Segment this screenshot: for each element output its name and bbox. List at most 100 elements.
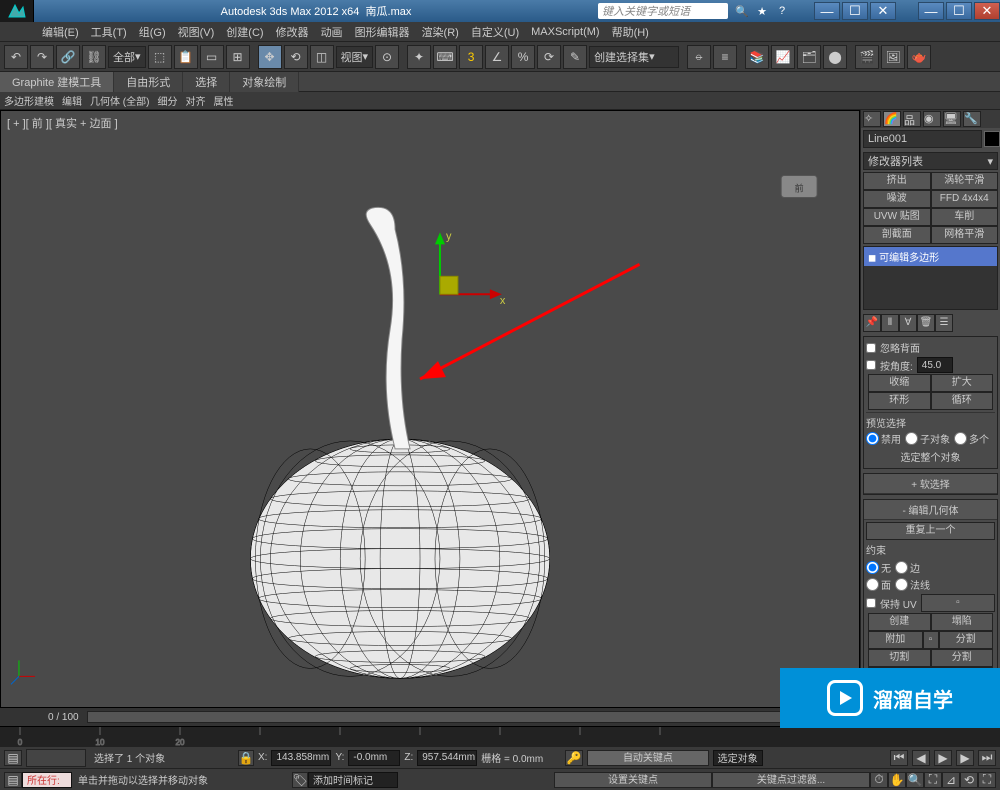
tab-utilities[interactable]: 🔧 <box>963 111 981 127</box>
ribbon-tab-freeform[interactable]: 自由形式 <box>114 72 183 92</box>
doc-close-button[interactable]: ✕ <box>870 2 896 20</box>
menu-tools[interactable]: 工具(T) <box>85 24 133 40</box>
show-end-result-button[interactable]: Ⅱ <box>881 314 899 332</box>
stack-editable-poly[interactable]: ◼ 可编辑多边形 <box>864 247 997 266</box>
maximize-viewport-button[interactable]: ⛶ <box>978 772 996 788</box>
menu-modifiers[interactable]: 修改器 <box>270 24 315 40</box>
mod-noise[interactable]: 噪波 <box>863 190 931 208</box>
zoom-button[interactable]: 🔍 <box>906 772 924 788</box>
ribbon-tab-graphite[interactable]: Graphite 建模工具 <box>0 72 114 92</box>
menu-graph[interactable]: 图形编辑器 <box>349 24 416 40</box>
render-button[interactable]: 🫖 <box>907 45 931 69</box>
mirror-button[interactable]: ⦵ <box>687 45 711 69</box>
zoom-extents-button[interactable]: ⛶ <box>924 772 942 788</box>
constraint-normal-radio[interactable] <box>895 578 908 591</box>
favorite-icon[interactable]: ★ <box>752 1 772 21</box>
make-unique-button[interactable]: ∀ <box>899 314 917 332</box>
menu-customize[interactable]: 自定义(U) <box>465 24 525 40</box>
search-input[interactable]: 键入关键字或短语 <box>598 3 728 19</box>
time-config-button[interactable]: ⏱ <box>870 772 888 788</box>
scale-button[interactable]: ◫ <box>310 45 334 69</box>
shrink-button[interactable]: 收缩 <box>868 374 931 392</box>
loop-button[interactable]: 循环 <box>931 392 994 410</box>
preview-multi-radio[interactable] <box>954 432 967 445</box>
named-selection-sets[interactable]: 创建选择集 ▾ <box>589 46 679 68</box>
doc-maximize-button[interactable]: ☐ <box>842 2 868 20</box>
constraint-edge-radio[interactable] <box>895 561 908 574</box>
ribbon-tab-selection[interactable]: 选择 <box>183 72 230 92</box>
set-key-button[interactable]: 设置关键点 <box>554 772 712 788</box>
edged-faces-button[interactable]: ✎ <box>563 45 587 69</box>
viewport-label[interactable]: [ + ][ 前 ][ 真实 + 边面 ] <box>7 115 118 131</box>
ignore-backfacing-checkbox[interactable] <box>866 343 876 353</box>
panel-polymodel[interactable]: 多边形建模 <box>4 93 54 108</box>
play-button[interactable]: ▶ <box>934 750 952 766</box>
key-filters-dropdown[interactable]: 选定对象 <box>713 750 763 766</box>
ribbon-tab-paint[interactable]: 对象绘制 <box>230 72 299 92</box>
menu-create[interactable]: 创建(C) <box>220 24 269 40</box>
panel-edit[interactable]: 编辑 <box>62 93 82 108</box>
goto-start-button[interactable]: ⏮ <box>890 750 908 766</box>
panel-props[interactable]: 属性 <box>213 93 233 108</box>
attach-list-button[interactable]: ▫ <box>923 631 939 649</box>
panel-align[interactable]: 对齐 <box>185 93 205 108</box>
transform-x-field[interactable]: 143.858mm <box>271 750 331 766</box>
snap-toggle-button[interactable]: 3 <box>459 45 483 69</box>
render-setup-button[interactable]: 🎬 <box>855 45 879 69</box>
object-name-field[interactable]: Line001 <box>863 130 982 148</box>
mod-meshsmooth[interactable]: 网格平滑 <box>931 226 999 244</box>
maximize-button[interactable]: ☐ <box>946 2 972 20</box>
mod-ffd[interactable]: FFD 4x4x4 <box>931 190 999 208</box>
undo-button[interactable]: ↶ <box>4 45 28 69</box>
auto-key-button[interactable]: 自动关键点 <box>587 750 708 766</box>
layers-button[interactable]: 📚 <box>745 45 769 69</box>
close-button[interactable]: ✕ <box>974 2 1000 20</box>
edit-geometry-header[interactable]: - 编辑几何体 <box>864 500 997 520</box>
detach-button[interactable]: 分割 <box>939 631 994 649</box>
repeat-last-button[interactable]: 重复上一个 <box>866 522 995 540</box>
modifier-stack[interactable]: ◼ 可编辑多边形 <box>863 246 998 310</box>
tab-motion[interactable]: ◉ <box>923 111 941 127</box>
doc-minimize-button[interactable]: — <box>814 2 840 20</box>
collapse-button[interactable]: 塌陷 <box>931 613 994 631</box>
tab-modify[interactable]: 🌈 <box>883 111 901 127</box>
object-color-swatch[interactable] <box>984 131 1000 147</box>
selection-filter[interactable]: 全部 ▾ <box>108 46 146 68</box>
macro-recorder-field[interactable]: 所在行: <box>22 772 72 788</box>
menu-help[interactable]: 帮助(H) <box>606 24 655 40</box>
panel-geometry[interactable]: 几何体 (全部) <box>90 93 149 108</box>
keyboard-shortcut-button[interactable]: ⌨ <box>433 45 457 69</box>
percent-snap-button[interactable]: % <box>511 45 535 69</box>
modifier-list-dropdown[interactable]: 修改器列表▾ <box>863 152 998 170</box>
create-button[interactable]: 创建 <box>868 613 931 631</box>
rotate-button[interactable]: ⟲ <box>284 45 308 69</box>
attach-button[interactable]: 附加 <box>868 631 923 649</box>
ref-coord-dropdown[interactable]: 视图 ▾ <box>336 46 374 68</box>
grow-button[interactable]: 扩大 <box>931 374 994 392</box>
pan-view-button[interactable]: ✋ <box>888 772 906 788</box>
link-button[interactable]: 🔗 <box>56 45 80 69</box>
time-tag-field[interactable]: 添加时间标记 <box>308 772 398 788</box>
spinner-snap-button[interactable]: ⟳ <box>537 45 561 69</box>
select-button[interactable]: ⬚ <box>148 45 172 69</box>
curve-editor-button[interactable]: 📈 <box>771 45 795 69</box>
search-icon[interactable]: 🔍 <box>732 1 752 21</box>
menu-maxscript[interactable]: MAXScript(M) <box>525 26 605 38</box>
menu-rendering[interactable]: 渲染(R) <box>416 24 465 40</box>
key-filters-button[interactable]: 关键点过滤器... <box>712 772 870 788</box>
slice-plane-button[interactable]: 切割 <box>868 649 931 667</box>
window-crossing-button[interactable]: ⊞ <box>226 45 250 69</box>
tab-display[interactable]: 🖥 <box>943 111 961 127</box>
unlink-button[interactable]: ⛓ <box>82 45 106 69</box>
ring-button[interactable]: 环形 <box>868 392 931 410</box>
next-frame-button[interactable]: ▶ <box>956 750 974 766</box>
lock-selection-button[interactable]: 🔒 <box>238 750 254 766</box>
key-mode-button[interactable]: 🔑 <box>565 750 583 766</box>
app-logo[interactable] <box>0 0 34 22</box>
transform-y-field[interactable]: -0.0mm <box>348 750 400 766</box>
mod-turbosmooth[interactable]: 涡轮平滑 <box>931 172 999 190</box>
mod-section[interactable]: 剖截面 <box>863 226 931 244</box>
expand-listener-button[interactable]: ▤ <box>4 772 22 788</box>
move-button[interactable]: ✥ <box>258 45 282 69</box>
pivot-button[interactable]: ⊙ <box>375 45 399 69</box>
